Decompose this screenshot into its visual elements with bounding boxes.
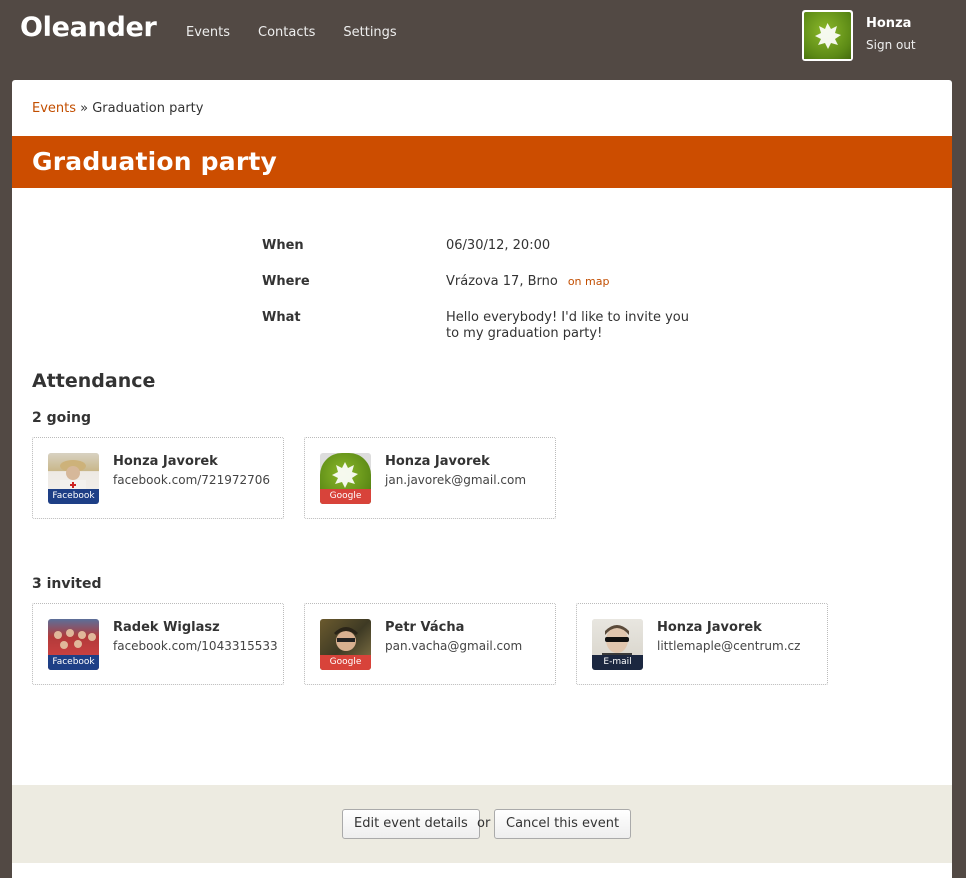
- nav-item-events[interactable]: Events: [186, 25, 230, 40]
- invitee-card[interactable]: Google Petr Vácha pan.vacha@gmail.com: [304, 603, 556, 685]
- invitee-name: Honza Javorek: [657, 620, 762, 635]
- invitee-contact: facebook.com/1043315533: [113, 639, 278, 653]
- attendee-name: Honza Javorek: [113, 454, 218, 469]
- page-title: Graduation party: [32, 147, 278, 176]
- app-logo[interactable]: Oleander: [20, 12, 157, 43]
- main-nav: Events Contacts Settings: [186, 25, 397, 40]
- main-panel: Events » Graduation party Graduation par…: [12, 80, 952, 878]
- breadcrumb-separator: »: [76, 101, 93, 116]
- invitee-card[interactable]: E-mail Honza Javorek littlemaple@centrum…: [576, 603, 828, 685]
- top-bar: Oleander Events Contacts Settings Honza …: [0, 0, 966, 80]
- source-badge: Google: [320, 489, 371, 504]
- cancel-event-button[interactable]: Cancel this event: [494, 809, 632, 839]
- where-label: Where: [262, 274, 310, 289]
- attendee-name: Honza Javorek: [385, 454, 490, 469]
- user-avatar[interactable]: [802, 10, 853, 61]
- user-name[interactable]: Honza: [866, 16, 911, 31]
- attendance-heading: Attendance: [32, 370, 156, 392]
- going-heading: 2 going: [32, 410, 92, 426]
- when-value: 06/30/12, 20:00: [446, 238, 551, 253]
- nav-item-settings[interactable]: Settings: [343, 25, 396, 40]
- invitee-photo: Facebook: [48, 619, 99, 670]
- what-value: Hello everybody! I'd like to invite you …: [446, 310, 689, 341]
- breadcrumb: Events » Graduation party: [32, 101, 203, 116]
- source-badge: Facebook: [48, 489, 99, 504]
- invitee-contact: littlemaple@centrum.cz: [657, 639, 801, 653]
- invitee-card[interactable]: Facebook Radek Wiglasz facebook.com/1043…: [32, 603, 284, 685]
- where-value: Vrázova 17, Brno: [446, 274, 558, 289]
- attendee-card[interactable]: Google Honza Javorek jan.javorek@gmail.c…: [304, 437, 556, 519]
- invitee-photo: Google: [320, 619, 371, 670]
- breadcrumb-events-link[interactable]: Events: [32, 101, 76, 116]
- where-value-wrap: Vrázova 17, Brno on map: [446, 274, 706, 290]
- source-badge: E-mail: [592, 655, 643, 670]
- what-label: What: [262, 310, 301, 325]
- attendee-contact: jan.javorek@gmail.com: [385, 473, 527, 487]
- invitee-photo: E-mail: [592, 619, 643, 670]
- nav-item-contacts[interactable]: Contacts: [258, 25, 315, 40]
- invitee-name: Radek Wiglasz: [113, 620, 220, 635]
- edit-event-button[interactable]: Edit event details: [342, 809, 480, 839]
- title-band: Graduation party: [12, 136, 952, 188]
- signout-link[interactable]: Sign out: [866, 38, 916, 52]
- breadcrumb-current: Graduation party: [92, 101, 204, 116]
- or-separator: or: [477, 816, 491, 831]
- attendee-photo: Facebook: [48, 453, 99, 504]
- invitee-name: Petr Vácha: [385, 620, 465, 635]
- source-badge: Google: [320, 655, 371, 670]
- source-badge: Facebook: [48, 655, 99, 670]
- when-label: When: [262, 238, 304, 253]
- leaf-icon: [804, 12, 851, 59]
- attendee-card[interactable]: Facebook Honza Javorek facebook.com/7219…: [32, 437, 284, 519]
- invitee-contact: pan.vacha@gmail.com: [385, 639, 523, 653]
- attendee-photo: Google: [320, 453, 371, 504]
- invited-heading: 3 invited: [32, 576, 102, 592]
- action-footer: Edit event details or Cancel this event: [12, 785, 952, 863]
- on-map-link[interactable]: on map: [568, 275, 610, 288]
- attendee-contact: facebook.com/721972706: [113, 473, 271, 487]
